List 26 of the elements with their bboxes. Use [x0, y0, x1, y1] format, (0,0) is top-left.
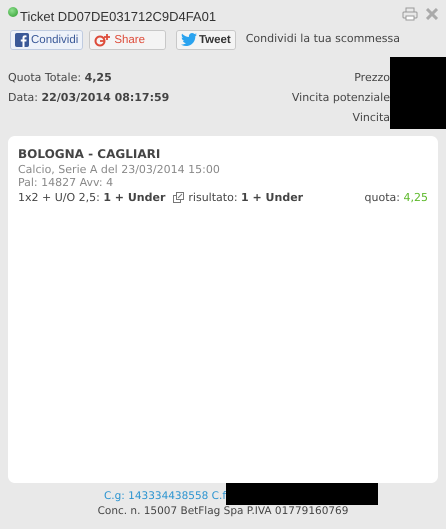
window-title: Ticket DD07DE031712C9D4FA01 [20, 8, 216, 26]
print-icon[interactable] [402, 7, 418, 21]
summary-label: Prezzo [353, 70, 390, 86]
googleplus-icon [94, 32, 112, 48]
share-button[interactable]: Share [89, 30, 166, 50]
close-icon[interactable] [426, 8, 438, 20]
match-title: BOLOGNA - CAGLIARI [18, 146, 162, 162]
summary-text: Quota Totale: 4,25 [8, 70, 113, 86]
share-button[interactable]: Condividi [10, 30, 84, 50]
license-text: Conc. n. 15007 BetFlag Spa P.IVA 01779160769 [96, 504, 350, 519]
share-button[interactable]: Tweet [176, 30, 236, 50]
facebook-icon [15, 32, 29, 46]
summary-text: Data: 22/03/2014 08:17:59 [8, 90, 170, 106]
result-text: risultato: 1 + Under [188, 190, 304, 206]
summary-label: Vincita [352, 110, 390, 126]
redaction-block [390, 57, 446, 129]
odds-text: quota: 4,25 [364, 190, 428, 206]
share-caption: Condividi la tua scommessa [246, 31, 400, 48]
bird-icon [181, 33, 197, 46]
summary-label: Vincita potenziale [292, 90, 390, 106]
match-numbers: Pal: 14827 Avv: 4 [18, 176, 114, 188]
status-dot-icon [8, 7, 18, 17]
popup-icon[interactable] [173, 192, 184, 203]
codes-text: C.g: 143334438558 C.f [104, 489, 226, 504]
match-info: Calcio, Serie A del 23/03/2014 15:00 [18, 162, 221, 176]
bet-text: 1x2 + U/O 2,5: 1 + Under [18, 190, 166, 206]
